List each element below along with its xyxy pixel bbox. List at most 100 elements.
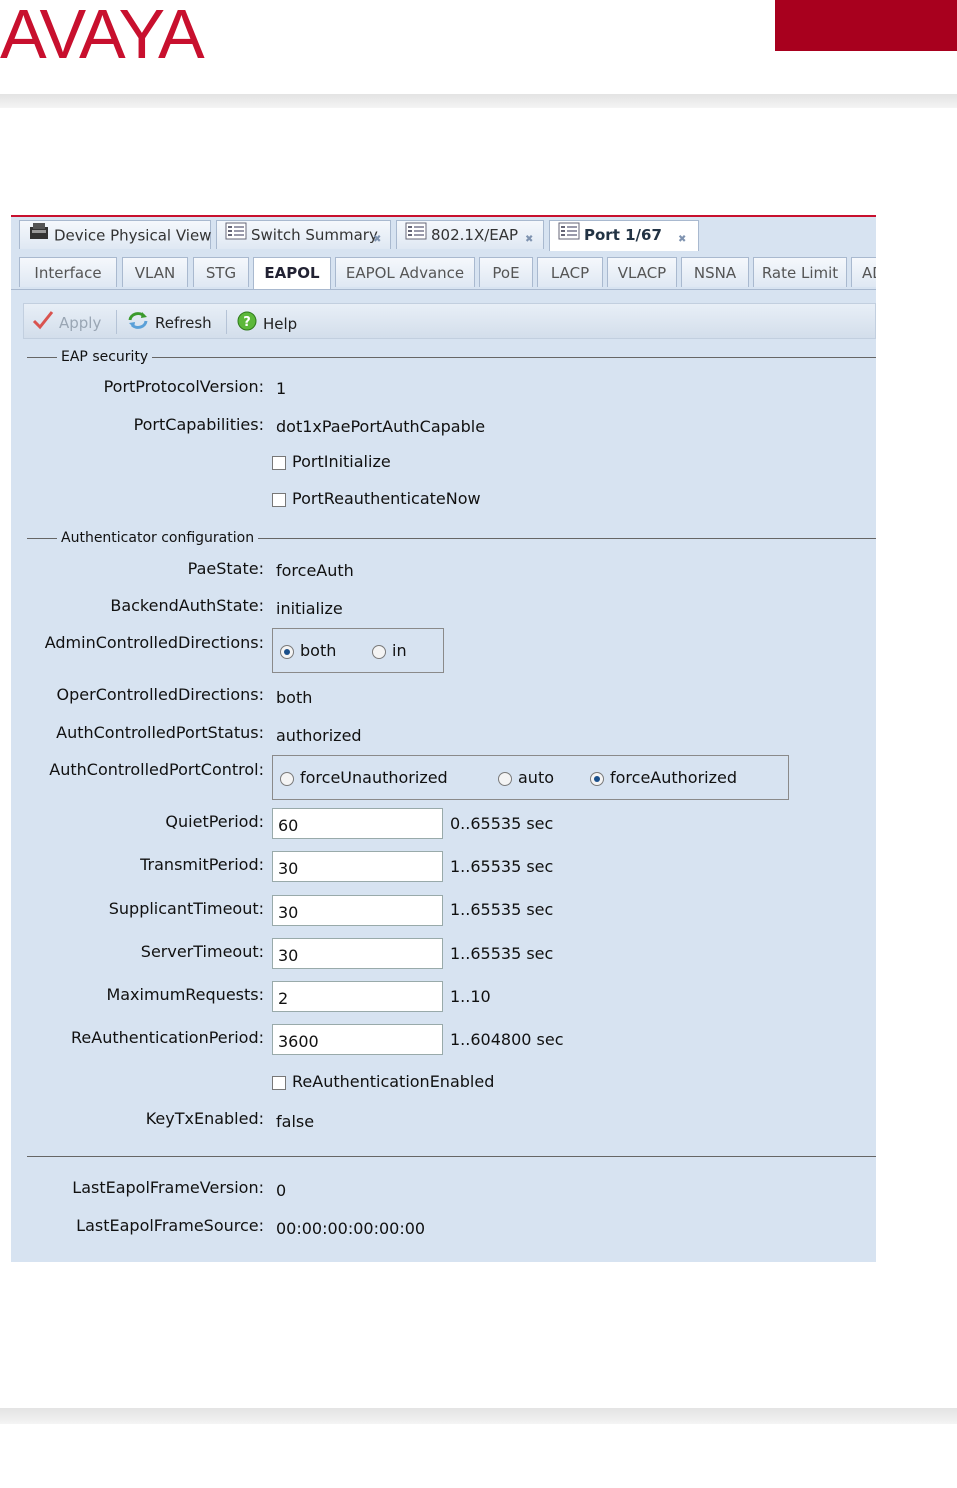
port-capabilities-value: dot1xPaePortAuthCapable: [276, 417, 486, 436]
maximum-requests-label: MaximumRequests:: [106, 985, 264, 1004]
radio-selected-icon[interactable]: [280, 644, 294, 659]
quiet-period-range: 0..65535 sec: [450, 814, 554, 833]
last-eapol-frame-source-label: LastEapolFrameSource:: [76, 1216, 264, 1235]
checkbox-box[interactable]: [272, 492, 286, 507]
port-config-tabs: Interface VLAN STG EAPOL EAPOL Advance P…: [19, 257, 876, 290]
server-timeout-range: 1..65535 sec: [450, 944, 554, 963]
last-eapol-frame-version-label: LastEapolFrameVersion:: [72, 1178, 264, 1197]
admin-controlled-directions-label: AdminControlledDirections:: [44, 633, 264, 652]
radio-selected-icon[interactable]: [590, 771, 604, 786]
logo-text: AVAYA: [0, 0, 205, 73]
tab-rate-limit[interactable]: Rate Limit: [753, 257, 847, 287]
quiet-period-input[interactable]: [272, 808, 443, 839]
tab-port-1-67[interactable]: Port 1/67 ✖: [549, 220, 699, 251]
refresh-label: Refresh: [155, 314, 212, 332]
port-protocol-version-value: 1: [276, 379, 287, 398]
tab-eapol[interactable]: EAPOL: [253, 257, 331, 290]
checkbox-label: PortReauthenticateNow: [292, 489, 481, 508]
server-timeout-label: ServerTimeout:: [140, 942, 264, 961]
close-icon[interactable]: ✖: [678, 225, 686, 254]
tab-interface[interactable]: Interface: [19, 257, 117, 287]
radio-force-authorized[interactable]: forceAuthorized: [590, 768, 737, 788]
checkmark-icon: [32, 310, 54, 337]
radio-auto[interactable]: auto: [498, 768, 554, 788]
oper-controlled-directions-value: both: [276, 688, 313, 707]
supplicant-timeout-range: 1..65535 sec: [450, 900, 554, 919]
checkbox-box[interactable]: [272, 1075, 286, 1090]
radio-label: in: [392, 641, 407, 660]
oper-controlled-directions-label: OperControlledDirections:: [56, 685, 264, 704]
help-label: Help: [263, 315, 298, 333]
view-tabs: Device Physical View Switch Summary ✖ 80…: [19, 220, 876, 251]
backend-auth-state-value: initialize: [276, 599, 343, 618]
svg-text:?: ?: [243, 315, 251, 330]
section-title: EAP security: [57, 347, 153, 367]
tab-device-physical-view[interactable]: Device Physical View: [19, 220, 211, 249]
refresh-button[interactable]: Refresh: [126, 310, 212, 334]
last-eapol-frame-source-value: 00:00:00:00:00:00: [276, 1219, 426, 1238]
tab-lacp[interactable]: LACP: [537, 257, 603, 287]
tab-switch-summary[interactable]: Switch Summary ✖: [216, 220, 391, 249]
eapol-config-panel: Device Physical View Switch Summary ✖ 80…: [11, 215, 876, 1262]
supplicant-timeout-input[interactable]: [272, 895, 443, 926]
reauthentication-enabled-checkbox[interactable]: ReAuthenticationEnabled: [272, 1072, 494, 1092]
pae-state-value: forceAuth: [276, 561, 354, 580]
tab-ad-truncated[interactable]: AD: [851, 257, 876, 287]
header-divider: [0, 94, 957, 108]
document-icon: [405, 221, 427, 250]
tab-divider: [11, 289, 876, 290]
auth-controlled-port-status-value: authorized: [276, 726, 362, 745]
backend-auth-state-label: BackendAuthState:: [110, 596, 264, 615]
tab-label: 802.1X/EAP: [431, 226, 519, 244]
checkbox-box[interactable]: [272, 455, 286, 470]
key-tx-enabled-label: KeyTxEnabled:: [145, 1109, 264, 1128]
radio-label: forceAuthorized: [610, 768, 737, 787]
auth-controlled-port-control-group: forceUnauthorized auto forceAuthorized: [272, 755, 789, 800]
maximum-requests-input[interactable]: [272, 981, 443, 1012]
transmit-period-label: TransmitPeriod:: [140, 855, 264, 874]
brand-red-block: [775, 0, 957, 51]
footer-divider: [0, 1408, 957, 1424]
supplicant-timeout-label: SupplicantTimeout:: [108, 899, 264, 918]
port-capabilities-label: PortCapabilities:: [133, 415, 264, 434]
radio-force-unauthorized[interactable]: forceUnauthorized: [280, 768, 448, 788]
document-icon: [225, 221, 247, 250]
eap-security-section: EAP security: [27, 347, 876, 367]
maximum-requests-range: 1..10: [450, 987, 491, 1006]
reauthentication-period-label: ReAuthenticationPeriod:: [71, 1028, 264, 1047]
section-divider: [27, 1156, 876, 1157]
toolbar-separator: [226, 310, 227, 334]
reauthentication-period-input[interactable]: [272, 1024, 443, 1055]
tab-eapol-advance[interactable]: EAPOL Advance: [335, 257, 475, 287]
server-timeout-input[interactable]: [272, 938, 443, 969]
tab-nsna[interactable]: NSNA: [681, 257, 749, 287]
tab-vlacp[interactable]: VLACP: [607, 257, 677, 287]
refresh-icon: [126, 310, 150, 337]
toolbar: Apply Refresh ? Help: [23, 303, 876, 339]
quiet-period-label: QuietPeriod:: [165, 812, 264, 831]
pae-state-label: PaeState:: [187, 559, 264, 578]
help-button[interactable]: ? Help: [236, 310, 297, 334]
port-protocol-version-label: PortProtocolVersion:: [103, 377, 264, 396]
radio-label: auto: [518, 768, 555, 787]
tab-8021x-eap[interactable]: 802.1X/EAP ✖: [396, 220, 544, 249]
radio-in[interactable]: in: [372, 641, 407, 661]
section-title: Authenticator configuration: [57, 528, 259, 548]
tab-poe[interactable]: PoE: [479, 257, 533, 287]
close-icon[interactable]: ✖: [373, 225, 381, 254]
close-icon[interactable]: ✖: [525, 225, 533, 254]
tab-vlan[interactable]: VLAN: [122, 257, 188, 287]
apply-button[interactable]: Apply: [32, 310, 101, 334]
radio-label: both: [300, 641, 337, 660]
tab-stg[interactable]: STG: [193, 257, 249, 287]
auth-controlled-port-control-label: AuthControlledPortControl:: [49, 760, 264, 779]
port-initialize-checkbox[interactable]: PortInitialize: [272, 452, 391, 472]
radio-unselected-icon[interactable]: [280, 771, 294, 786]
port-reauthenticate-now-checkbox[interactable]: PortReauthenticateNow: [272, 489, 481, 509]
radio-both[interactable]: both: [280, 641, 336, 661]
radio-unselected-icon[interactable]: [498, 771, 512, 786]
avaya-logo: AVAYA: [0, 0, 260, 75]
device-icon: [28, 221, 50, 251]
transmit-period-input[interactable]: [272, 851, 443, 882]
radio-unselected-icon[interactable]: [372, 644, 386, 659]
